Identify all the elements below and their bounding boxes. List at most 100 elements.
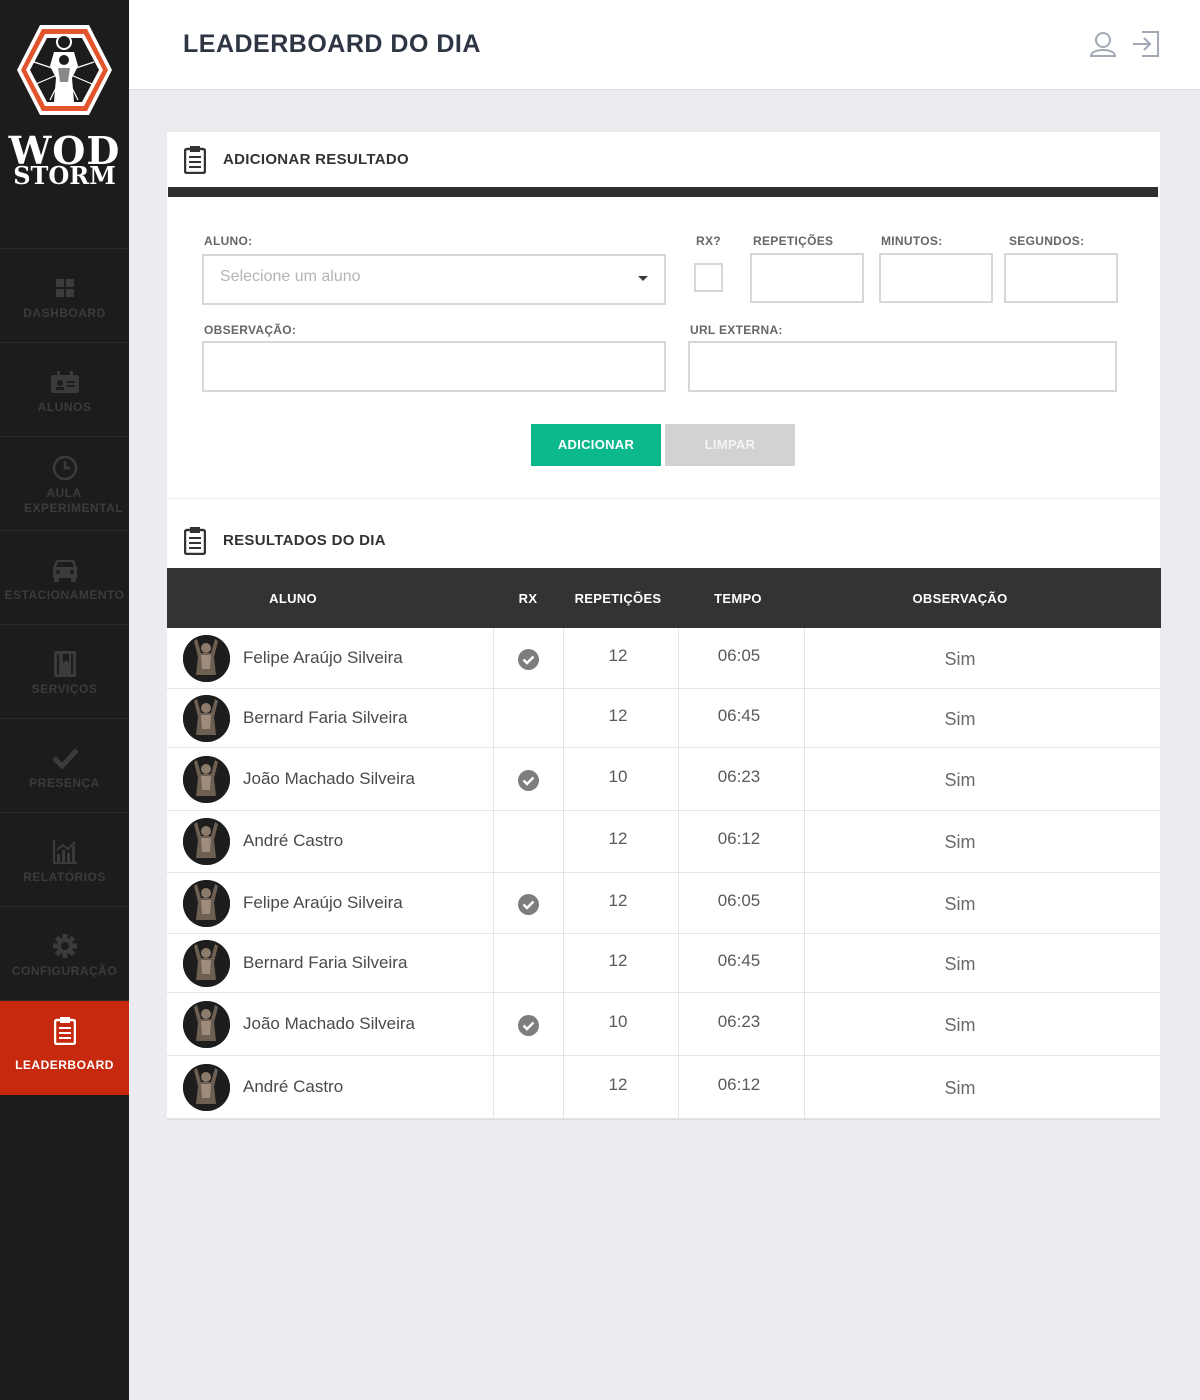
observacao-label: OBSERVAÇÃO:: [204, 323, 297, 337]
repeticoes-value: 12: [608, 646, 628, 665]
column-header-observacao[interactable]: OBSERVAÇÃO: [804, 568, 1116, 628]
column-header-repeticoes[interactable]: REPETIÇÕES: [563, 568, 673, 628]
tempo-value: 06:23: [717, 1012, 761, 1031]
sidebar-item-dashboard[interactable]: DASHBOARD: [0, 249, 129, 343]
avatar: [183, 940, 230, 987]
column-separator: [493, 934, 494, 992]
avatar: [183, 880, 230, 927]
table-row[interactable]: João Machado Silveira 10 06:23 Sim: [167, 993, 1160, 1056]
observacao-value: Sim: [944, 954, 976, 974]
sidebar-item-configuracao[interactable]: CONFIGURAÇÃO: [0, 907, 129, 1001]
grid-icon: [0, 275, 129, 301]
sidebar-item-alunos[interactable]: ALUNOS: [0, 343, 129, 437]
add-button[interactable]: ADICIONAR: [531, 424, 661, 466]
column-header-rx[interactable]: RX: [493, 568, 563, 628]
car-icon: [0, 557, 129, 583]
book-icon: [0, 651, 129, 677]
avatar: [183, 1064, 230, 1111]
leaderboard-card: ADICIONAR RESULTADO ALUNO: Selecione um …: [167, 132, 1161, 1120]
top-header: LEADERBOARD DO DIA: [129, 0, 1200, 90]
tempo-value: 06:45: [717, 951, 761, 970]
sidebar-item-label: SERVIÇOS: [31, 682, 98, 696]
minutos-field[interactable]: [879, 253, 993, 303]
tempo-value: 06:05: [717, 646, 761, 665]
repeticoes-value: 10: [608, 767, 628, 786]
aluno-name: João Machado Silveira: [243, 769, 415, 788]
brand-logo[interactable]: WOD STORM: [0, 0, 129, 249]
repeticoes-value: 12: [608, 951, 628, 970]
column-header-tempo[interactable]: TEMPO: [678, 568, 798, 628]
sidebar-item-relatorios[interactable]: RELATÓRIOS: [0, 813, 129, 907]
sidebar-item-label: ESTACIONAMENTO: [4, 588, 125, 602]
repeticoes-value: 12: [608, 706, 628, 725]
repeticoes-value: 10: [608, 1012, 628, 1031]
tempo-value: 06:45: [717, 706, 761, 725]
clipboard-icon: [183, 527, 207, 560]
sidebar-item-label: DASHBOARD: [23, 306, 106, 320]
column-header-aluno[interactable]: ALUNO: [167, 568, 419, 628]
aluno-name: João Machado Silveira: [243, 1014, 415, 1033]
sidebar-item-label: AULA EXPERIMENTAL: [24, 486, 124, 515]
sidebar-item-leaderboard[interactable]: LEADERBOARD: [0, 1001, 129, 1095]
column-separator: [493, 689, 494, 747]
logout-icon[interactable]: [1132, 30, 1160, 63]
results-header: RESULTADOS DO DIA: [167, 513, 1160, 569]
id-card-icon: [0, 369, 129, 395]
repeticoes-field[interactable]: [750, 253, 864, 303]
column-separator: [493, 993, 494, 1055]
observacao-value: Sim: [944, 832, 976, 852]
sidebar-item-servicos[interactable]: SERVIÇOS: [0, 625, 129, 719]
clear-button[interactable]: LIMPAR: [665, 424, 795, 466]
rx-checkbox[interactable]: [694, 263, 723, 292]
aluno-name: Felipe Araújo Silveira: [243, 648, 403, 667]
column-separator: [493, 811, 494, 872]
repeticoes-value: 12: [608, 1075, 628, 1094]
avatar: [183, 695, 230, 742]
observacao-value: Sim: [944, 894, 976, 914]
avatar: [183, 756, 230, 803]
aluno-select-placeholder: Selecione um aluno: [220, 268, 361, 285]
check-circle-icon: [518, 770, 539, 791]
sidebar-item-aula-experimental[interactable]: AULA EXPERIMENTAL: [0, 437, 129, 531]
repeticoes-label: REPETIÇÕES: [753, 234, 834, 248]
section-title: RESULTADOS DO DIA: [223, 532, 386, 549]
sidebar-item-label: LEADERBOARD: [15, 1058, 114, 1072]
sidebar-item-label: ALUNOS: [37, 400, 92, 414]
checkmark-icon: [0, 745, 129, 771]
table-row[interactable]: Bernard Faria Silveira 12 06:45 Sim: [167, 689, 1160, 748]
user-icon[interactable]: [1089, 30, 1117, 63]
sidebar-item-label: RELATÓRIOS: [23, 870, 106, 884]
results-table-header: ALUNO RX REPETIÇÕES TEMPO OBSERVAÇÃO: [167, 568, 1161, 628]
brand-line2: STORM: [13, 161, 116, 190]
sidebar-item-presenca[interactable]: PRESENÇA: [0, 719, 129, 813]
rx-label: RX?: [696, 234, 721, 248]
tempo-value: 06:12: [717, 1075, 761, 1094]
observacao-value: Sim: [944, 709, 976, 729]
sidebar-item-label: CONFIGURAÇÃO: [11, 964, 118, 978]
aluno-select[interactable]: Selecione um aluno: [202, 254, 666, 305]
column-separator: [493, 1056, 494, 1118]
observacao-value: Sim: [944, 770, 976, 790]
minutos-label: MINUTOS:: [881, 234, 943, 248]
table-row[interactable]: André Castro 12 06:12 Sim: [167, 811, 1160, 873]
table-row[interactable]: André Castro 12 06:12 Sim: [167, 1056, 1160, 1119]
sidebar: WOD STORM DASHBOARD ALUNOS AULA EXPERIME…: [0, 0, 129, 1400]
aluno-name: André Castro: [243, 831, 344, 850]
tempo-value: 06:05: [717, 891, 761, 910]
section-divider-bar: [168, 187, 1158, 197]
table-row[interactable]: João Machado Silveira 10 06:23 Sim: [167, 748, 1160, 811]
check-circle-icon: [518, 894, 539, 915]
sidebar-item-estacionamento[interactable]: ESTACIONAMENTO: [0, 531, 129, 625]
url-externa-field[interactable]: [688, 341, 1117, 392]
table-row[interactable]: Felipe Araújo Silveira 12 06:05 Sim: [167, 628, 1160, 689]
table-row[interactable]: Felipe Araújo Silveira 12 06:05 Sim: [167, 873, 1160, 934]
segundos-field[interactable]: [1004, 253, 1118, 303]
repeticoes-value: 12: [608, 829, 628, 848]
aluno-name: Felipe Araújo Silveira: [243, 893, 403, 912]
table-row[interactable]: Bernard Faria Silveira 12 06:45 Sim: [167, 934, 1160, 993]
aluno-label: ALUNO:: [204, 234, 253, 248]
avatar: [183, 1001, 230, 1048]
tempo-value: 06:23: [717, 767, 761, 786]
observacao-field[interactable]: [202, 341, 666, 392]
segundos-label: SEGUNDOS:: [1009, 234, 1085, 248]
